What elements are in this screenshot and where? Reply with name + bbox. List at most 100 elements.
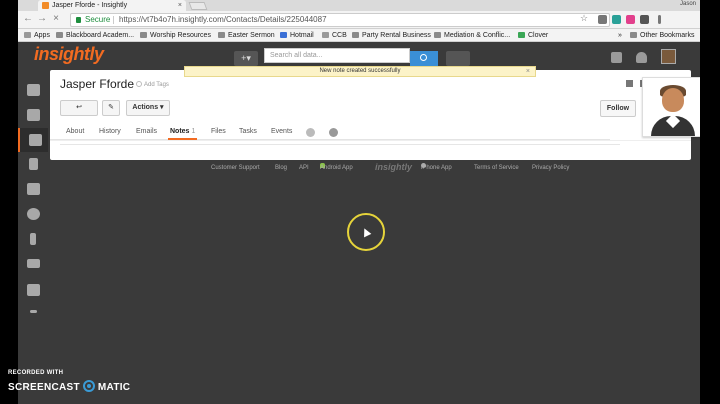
apps-grid-icon <box>24 32 31 38</box>
notification-message: New note created successfully <box>319 68 401 74</box>
footer-terms[interactable]: Terms of Service <box>474 163 519 173</box>
footer-api[interactable]: API <box>299 163 309 173</box>
contact-details-panel: Jasper Fforde Add Tags ↩ ✎ Actions ▾ Fol… <box>50 70 700 160</box>
notification-close-icon[interactable]: × <box>526 67 530 76</box>
search-button[interactable] <box>410 51 438 66</box>
target-icon <box>27 208 40 220</box>
bookmarks-bar: Apps Blackboard Academ... Worship Resour… <box>18 29 700 42</box>
rail-emails[interactable] <box>27 259 40 271</box>
extension-dark-icon[interactable] <box>640 15 649 24</box>
tab-emails[interactable]: Emails <box>136 124 157 140</box>
bookmark-apps[interactable]: Apps <box>24 29 50 42</box>
view-switcher-button[interactable] <box>446 51 470 66</box>
browser-tab[interactable]: Jasper Fforde - Insightly × <box>38 0 186 11</box>
browser-user-name[interactable]: Jason <box>680 0 696 9</box>
footer-blog[interactable]: Blog <box>275 163 287 173</box>
back-button[interactable]: ↩ <box>60 100 98 116</box>
browser-window: Jasper Fforde - Insightly × Jason ← → × … <box>18 0 700 404</box>
add-tags-link[interactable]: Add Tags <box>136 81 169 88</box>
person-icon <box>27 183 40 195</box>
footer-iphone-label: iPhone App <box>421 165 452 171</box>
global-search-input[interactable]: Search all data... <box>264 48 410 63</box>
tab-about[interactable]: About <box>66 124 84 140</box>
watermark-brand: SCREENCAST MATIC <box>8 380 130 393</box>
ccb-icon <box>322 32 329 38</box>
tab-notes-count: 1 <box>191 128 196 135</box>
envelope-icon <box>27 259 40 268</box>
tab-notes[interactable]: Notes 1 <box>168 124 198 140</box>
stop-loading-icon[interactable]: × <box>50 13 62 25</box>
calendar-icon[interactable] <box>611 52 622 63</box>
screencast-watermark: RECORDED WITH SCREENCAST MATIC <box>8 370 138 398</box>
bookmark-hotmail[interactable]: Hotmail <box>280 29 314 42</box>
folder-icon <box>56 32 63 38</box>
folder-icon <box>140 32 147 38</box>
bookmark-worship[interactable]: Worship Resources <box>140 29 211 42</box>
edit-button[interactable]: ✎ <box>102 100 120 116</box>
tab-mailchimp-icon[interactable] <box>329 128 338 137</box>
cast-icon[interactable] <box>598 15 607 24</box>
footer-customer-support[interactable]: Customer Support <box>211 163 260 173</box>
tab-files[interactable]: Files <box>211 124 226 140</box>
extension-pink-icon[interactable] <box>626 15 635 24</box>
rail-contacts[interactable] <box>18 128 48 152</box>
print-icon[interactable] <box>626 80 633 87</box>
back-arrow-icon[interactable]: ← <box>22 13 34 25</box>
bookmark-blackboard[interactable]: Blackboard Academ... <box>56 29 134 42</box>
bookmark-ccb[interactable]: CCB <box>322 29 347 42</box>
screencast-extension-icon[interactable] <box>612 15 621 24</box>
tab-strip: Jasper Fforde - Insightly × Jason <box>18 0 700 11</box>
insightly-logo[interactable]: insightly <box>34 44 104 65</box>
url-text: https://vt7b4o7h.insightly.com/Contacts/… <box>119 15 327 24</box>
bookmark-star-icon[interactable]: ☆ <box>580 13 588 24</box>
browser-menu-icon[interactable] <box>658 15 661 24</box>
tab-history[interactable]: History <box>99 124 121 140</box>
tab-close-icon[interactable]: × <box>178 0 182 11</box>
contact-tabs: About History Emails Notes 1 Files Tasks … <box>50 124 610 140</box>
bookmark-label: Other Bookmarks <box>640 32 695 39</box>
footer-logo: insightly <box>375 162 413 172</box>
bell-icon[interactable] <box>636 52 647 63</box>
rail-opportunities[interactable] <box>27 208 40 220</box>
rail-projects[interactable] <box>27 233 40 245</box>
follow-button[interactable]: Follow <box>600 100 636 117</box>
forward-arrow-icon[interactable]: → <box>36 13 48 25</box>
left-navigation-rail <box>18 72 48 404</box>
bookmark-clover[interactable]: Clover <box>518 29 548 42</box>
add-tags-label: Add Tags <box>144 82 169 88</box>
tab-events[interactable]: Events <box>271 124 292 140</box>
rail-more[interactable] <box>27 306 40 318</box>
user-avatar[interactable] <box>661 49 676 64</box>
rail-home[interactable] <box>27 84 40 96</box>
hotmail-icon <box>280 32 287 38</box>
rail-tasks[interactable] <box>27 109 40 121</box>
bookmark-label: Party Rental Business <box>362 32 431 39</box>
clover-icon <box>518 32 525 38</box>
actions-dropdown[interactable]: Actions ▾ <box>126 100 170 116</box>
bookmark-easter[interactable]: Easter Sermon <box>218 29 275 42</box>
arrow-right-icon <box>30 310 37 313</box>
footer-privacy[interactable]: Privacy Policy <box>532 163 569 173</box>
bookmark-party-rental[interactable]: Party Rental Business <box>352 29 431 42</box>
tab-more-icon[interactable] <box>306 128 315 137</box>
tab-tasks[interactable]: Tasks <box>239 124 257 140</box>
bookmarks-overflow-icon[interactable]: » <box>618 29 622 42</box>
bookmark-label: Mediation & Conflic... <box>444 32 511 39</box>
bookmark-label: Clover <box>528 32 549 39</box>
bookmark-label: CCB <box>332 32 347 39</box>
bookmark-mediation[interactable]: Mediation & Conflic... <box>434 29 510 42</box>
rail-leads[interactable] <box>27 183 40 195</box>
bookmark-label: Blackboard Academ... <box>66 32 135 39</box>
bookmark-label: Hotmail <box>290 32 314 39</box>
search-icon <box>420 54 427 61</box>
other-bookmarks[interactable]: Other Bookmarks <box>630 29 694 42</box>
rail-reports[interactable] <box>27 284 40 296</box>
checkbox-icon <box>27 109 40 121</box>
url-input[interactable]: Secure https://vt7b4o7h.insightly.com/Co… <box>70 13 610 27</box>
folder-icon <box>630 32 637 38</box>
add-new-button[interactable]: +▾ <box>234 51 258 66</box>
contact-photo[interactable] <box>642 77 700 137</box>
screen: Jasper Fforde - Insightly × Jason ← → × … <box>0 0 720 404</box>
new-tab-button[interactable] <box>188 2 208 10</box>
watermark-recorded-with: RECORDED WITH <box>8 370 64 376</box>
